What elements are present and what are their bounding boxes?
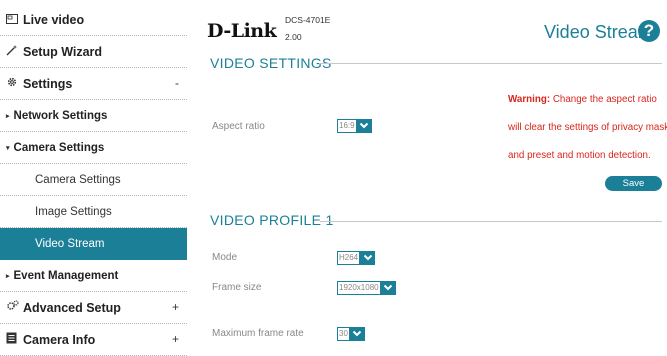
warning-text-line2: will clear the settings of privacy mask (508, 122, 667, 133)
warning-text-line1: Warning: Change the aspect ratio (508, 94, 657, 105)
expand-icon[interactable]: + (172, 300, 179, 314)
sidebar-item-label: Network Settings (13, 109, 108, 122)
caret-right-icon: ▸ (6, 112, 10, 120)
max-frame-rate-label: Maximum frame rate (212, 328, 304, 339)
sidebar-item-setup-wizard[interactable]: Setup Wizard (0, 36, 187, 68)
section-divider (320, 221, 662, 222)
chevron-down-icon (349, 327, 365, 341)
model-name: DCS-4701E (285, 15, 331, 25)
frame-size-label: Frame size (212, 282, 262, 293)
sidebar-item-label: Image Settings (35, 205, 112, 218)
sidebar-item-video-stream[interactable]: Video Stream (0, 228, 187, 260)
mode-select[interactable]: H264 (337, 251, 376, 265)
firmware-version: 2.00 (285, 32, 302, 42)
sidebar-item-label: Settings (23, 76, 73, 91)
gear-icon (6, 76, 20, 91)
sidebar-item-camera-settings-group[interactable]: ▾ Camera Settings (0, 132, 187, 164)
sidebar-item-camera-info[interactable]: Camera Info + (0, 324, 187, 356)
select-value: 30 (337, 327, 350, 341)
select-value: 1920x1080 (337, 281, 381, 295)
expand-icon[interactable]: + (172, 332, 179, 346)
dlink-logo: D-Link (207, 20, 277, 42)
page-title: Video Stream (544, 22, 653, 42)
sidebar-item-label: Live video (23, 12, 85, 27)
sidebar-item-network-settings[interactable]: ▸ Network Settings (0, 100, 187, 132)
section-title-video-settings: VIDEO SETTINGS (210, 55, 332, 71)
sidebar-item-label: Video Stream (35, 238, 105, 250)
help-icon[interactable]: ? (638, 20, 660, 42)
select-value: H264 (337, 251, 361, 265)
chevron-down-icon (356, 119, 372, 133)
sidebar-item-settings[interactable]: Settings - (0, 68, 187, 100)
sidebar-item-advanced-setup[interactable]: Advanced Setup + (0, 292, 187, 324)
sidebar-item-label: Camera Info (23, 332, 96, 347)
chevron-down-icon (380, 281, 396, 295)
wand-icon (6, 44, 20, 59)
section-divider (319, 63, 662, 64)
caret-down-icon: ▾ (6, 144, 10, 152)
video-icon (6, 13, 20, 27)
sidebar-item-camera-settings[interactable]: Camera Settings (0, 164, 187, 196)
sidebar-item-label: Event Management (13, 269, 119, 282)
sidebar-item-event-management[interactable]: ▸ Event Management (0, 260, 187, 292)
aspect-ratio-select[interactable]: 16:9 (337, 119, 372, 133)
warning-message: Change the aspect ratio (550, 94, 657, 105)
collapse-icon[interactable]: - (175, 76, 179, 90)
caret-right-icon: ▸ (6, 272, 10, 280)
sidebar-item-label: Setup Wizard (23, 44, 103, 59)
sidebar-item-label: Camera Settings (35, 173, 121, 186)
warning-label: Warning: (508, 94, 551, 105)
warning-text-line3: and preset and motion detection. (508, 150, 651, 161)
section-title-video-profile-1: VIDEO PROFILE 1 (210, 212, 334, 228)
max-frame-rate-select[interactable]: 30 (337, 327, 365, 341)
sidebar-item-live-video[interactable]: Live video (0, 4, 187, 36)
mode-label: Mode (212, 252, 238, 263)
sidebar: Live video Setup Wizard Settings - ▸ Net… (0, 0, 187, 356)
sidebar-item-label: Camera Settings (13, 141, 105, 154)
sidebar-item-image-settings[interactable]: Image Settings (0, 196, 187, 228)
frame-size-select[interactable]: 1920x1080 (337, 281, 396, 295)
document-icon (6, 332, 20, 347)
save-button[interactable]: Save (605, 176, 662, 191)
gears-icon (6, 300, 20, 315)
chevron-down-icon (360, 251, 376, 265)
aspect-ratio-label: Aspect ratio (212, 121, 265, 132)
sidebar-item-label: Advanced Setup (23, 300, 121, 315)
select-value: 16:9 (337, 119, 357, 133)
